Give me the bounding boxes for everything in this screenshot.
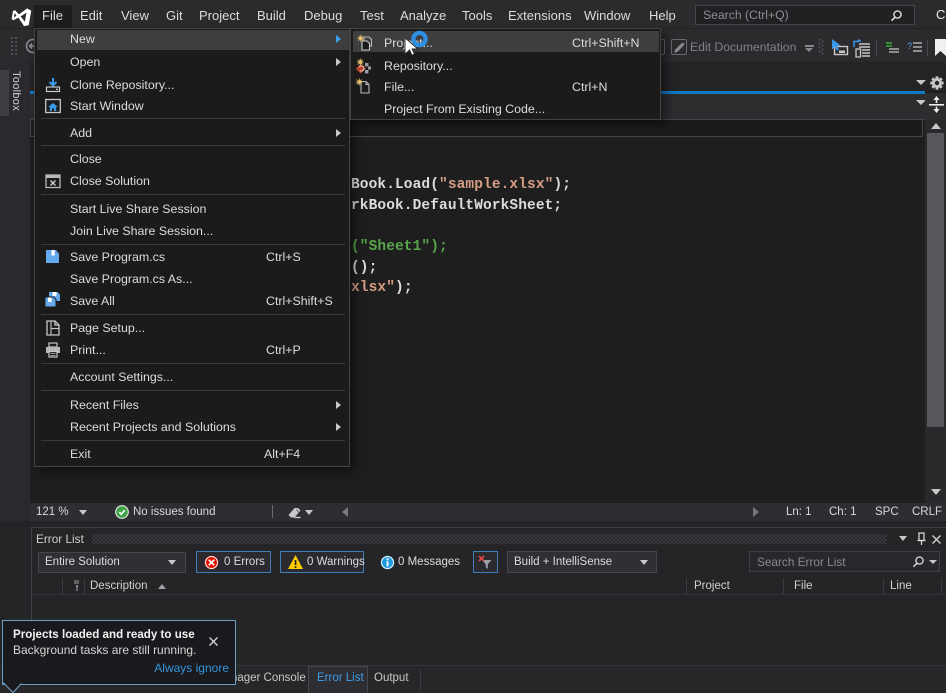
svg-text:?: ? [907,41,912,51]
